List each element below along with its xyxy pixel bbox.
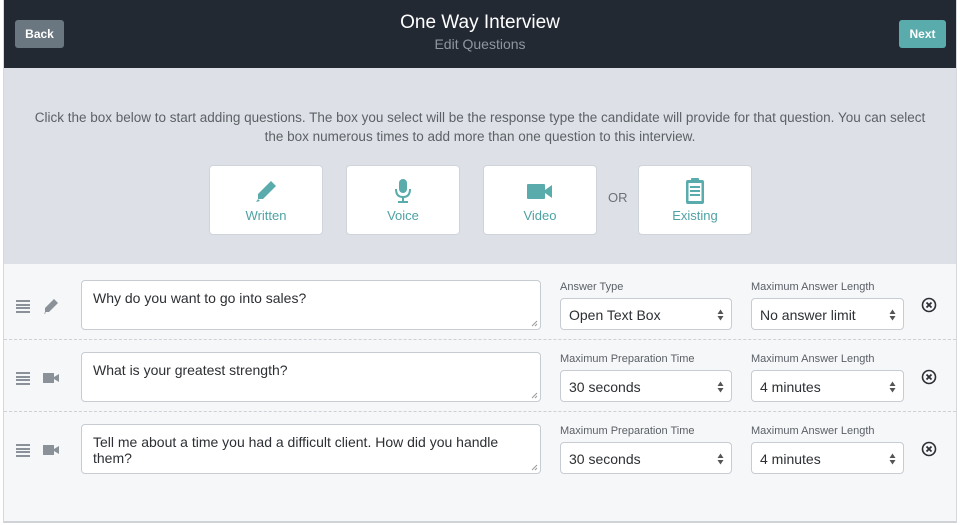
question-text-input[interactable]: What is your greatest strength?	[81, 352, 541, 402]
type-label-existing: Existing	[672, 208, 718, 223]
next-button[interactable]: Next	[899, 20, 946, 48]
max-preparation-time-select[interactable]: 30 seconds	[560, 442, 732, 474]
add-video-question-button[interactable]: Video	[483, 165, 597, 235]
select-value: No answer limit	[760, 307, 856, 323]
add-existing-question-button[interactable]: Existing	[638, 165, 752, 235]
type-label-voice: Voice	[387, 208, 419, 223]
max-answer-length-select[interactable]: No answer limit	[751, 298, 904, 330]
select-arrows-icon	[717, 453, 724, 465]
select-arrows-icon	[889, 309, 896, 321]
type-label-written: Written	[245, 208, 287, 223]
field-label: Maximum Answer Length	[751, 281, 875, 293]
select-arrows-icon	[889, 381, 896, 393]
select-value: 4 minutes	[760, 451, 821, 467]
question-text-input[interactable]: Tell me about a time you had a difficult…	[81, 424, 541, 474]
resize-handle-icon[interactable]	[530, 391, 538, 399]
resize-handle-icon[interactable]	[530, 463, 538, 471]
max-preparation-time-select[interactable]: 30 seconds	[560, 370, 732, 402]
field-label: Answer Type	[560, 281, 624, 293]
select-value: 30 seconds	[569, 451, 641, 467]
select-value: 30 seconds	[569, 379, 641, 395]
interview-editor: Back One Way Interview Edit Questions Ne…	[3, 0, 957, 523]
question-row: Why do you want to go into sales? Answer…	[4, 268, 956, 340]
drag-handle-icon[interactable]	[16, 300, 30, 313]
question-text: What is your greatest strength?	[93, 362, 288, 378]
field-label: Maximum Preparation Time	[560, 425, 695, 437]
field-label: Maximum Preparation Time	[560, 353, 695, 365]
microphone-icon	[347, 178, 459, 204]
page-subtitle: Edit Questions	[434, 36, 526, 52]
select-arrows-icon	[889, 453, 896, 465]
pencil-icon	[42, 298, 60, 314]
field-label: Maximum Answer Length	[751, 425, 875, 437]
drag-handle-icon[interactable]	[16, 444, 30, 457]
select-value: 4 minutes	[760, 379, 821, 395]
clipboard-list-icon	[639, 178, 751, 204]
video-camera-icon	[42, 370, 60, 386]
add-written-question-button[interactable]: Written	[209, 165, 323, 235]
page-title: One Way Interview	[400, 12, 560, 33]
question-type-picker: Click the box below to start adding ques…	[4, 68, 956, 264]
select-value: Open Text Box	[569, 307, 661, 323]
video-camera-icon	[484, 178, 596, 204]
video-camera-icon	[42, 442, 60, 458]
max-answer-length-select[interactable]: 4 minutes	[751, 442, 904, 474]
resize-handle-icon[interactable]	[530, 319, 538, 327]
drag-handle-icon[interactable]	[16, 372, 30, 385]
type-label-video: Video	[523, 208, 557, 223]
remove-question-icon[interactable]	[921, 369, 937, 385]
answer-type-select[interactable]: Open Text Box	[560, 298, 732, 330]
select-arrows-icon	[717, 309, 724, 321]
question-text-input[interactable]: Why do you want to go into sales?	[81, 280, 541, 330]
remove-question-icon[interactable]	[921, 441, 937, 457]
pencil-icon	[210, 178, 322, 204]
top-bar: Back One Way Interview Edit Questions Ne…	[4, 0, 956, 68]
select-arrows-icon	[717, 381, 724, 393]
or-label: OR	[608, 190, 628, 205]
question-text: Tell me about a time you had a difficult…	[93, 434, 499, 466]
question-row: Tell me about a time you had a difficult…	[4, 412, 956, 484]
field-label: Maximum Answer Length	[751, 353, 875, 365]
add-voice-question-button[interactable]: Voice	[346, 165, 460, 235]
question-row: What is your greatest strength? Maximum …	[4, 340, 956, 412]
remove-question-icon[interactable]	[921, 297, 937, 313]
instructions-text: Click the box below to start adding ques…	[34, 110, 926, 144]
max-answer-length-select[interactable]: 4 minutes	[751, 370, 904, 402]
question-text: Why do you want to go into sales?	[93, 290, 307, 306]
